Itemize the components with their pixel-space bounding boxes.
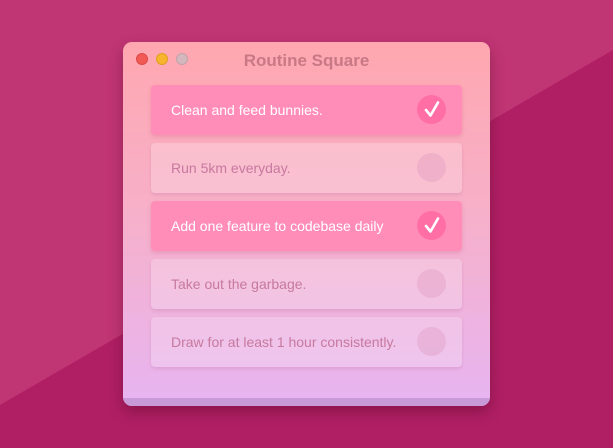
task-label: Take out the garbage.: [171, 276, 307, 292]
task-label: Draw for at least 1 hour consistently.: [171, 334, 397, 350]
task-item[interactable]: Take out the garbage.: [151, 259, 462, 309]
task-item[interactable]: Run 5km everyday.: [151, 143, 462, 193]
task-item[interactable]: Add one feature to codebase daily: [151, 201, 462, 251]
checkmark-icon: [424, 217, 440, 233]
checkmark-icon: [424, 101, 440, 117]
task-toggle-unchecked[interactable]: [417, 269, 446, 298]
app-window: Routine Square Clean and feed bunnies. R…: [123, 42, 490, 406]
task-toggle-checked[interactable]: [417, 95, 446, 124]
task-toggle-unchecked[interactable]: [417, 153, 446, 182]
task-item[interactable]: Clean and feed bunnies.: [151, 85, 462, 135]
task-item[interactable]: Draw for at least 1 hour consistently.: [151, 317, 462, 367]
window-footer: [123, 398, 490, 406]
task-list: Clean and feed bunnies. Run 5km everyday…: [151, 85, 462, 375]
window-title: Routine Square: [243, 51, 370, 70]
task-label: Run 5km everyday.: [171, 160, 291, 176]
task-toggle-checked[interactable]: [417, 211, 446, 240]
task-toggle-unchecked[interactable]: [417, 327, 446, 356]
task-label: Clean and feed bunnies.: [171, 102, 323, 118]
task-label: Add one feature to codebase daily: [171, 218, 384, 234]
